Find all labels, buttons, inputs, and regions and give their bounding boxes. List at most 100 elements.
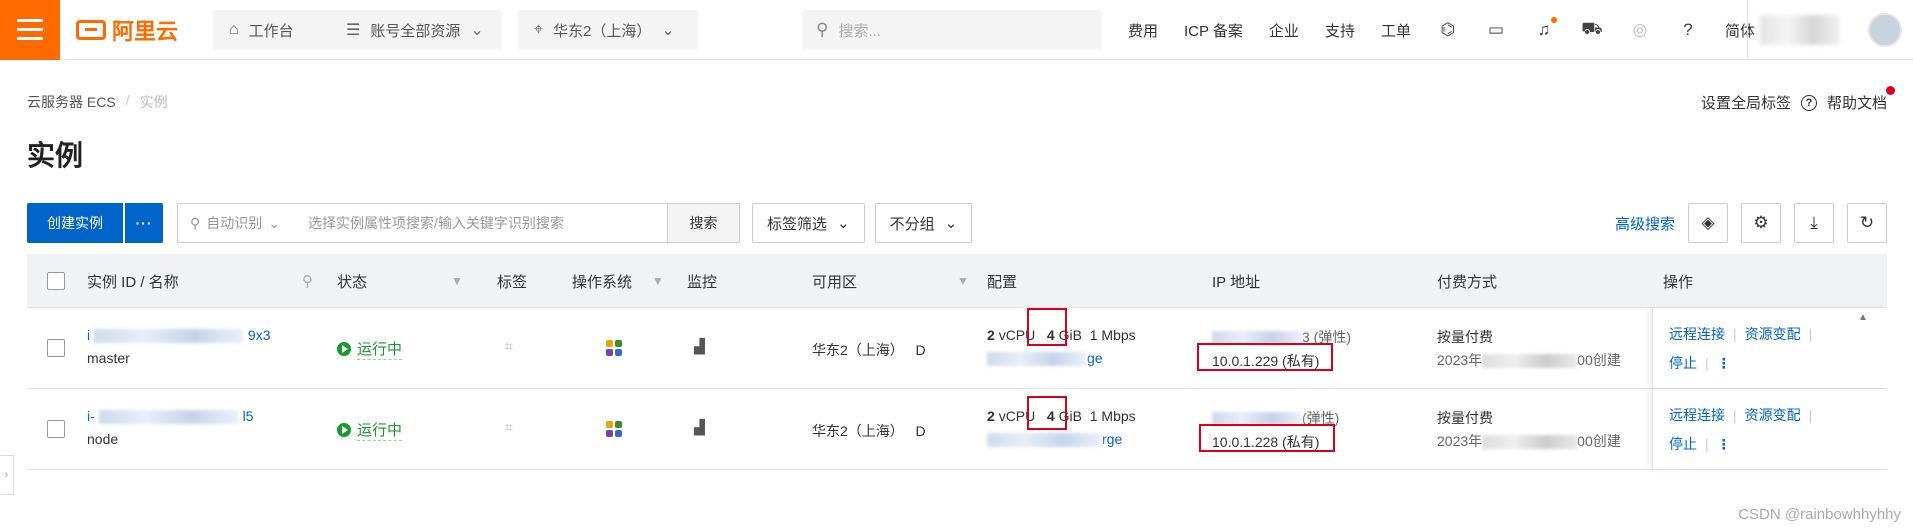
row-checkbox[interactable]: [47, 339, 65, 357]
zone-filter-icon[interactable]: ▼: [957, 254, 969, 308]
more-actions-button[interactable]: ···: [125, 203, 163, 243]
side-collapse-tab[interactable]: ›: [0, 455, 14, 495]
cpu-count: 2: [987, 408, 995, 424]
private-ip-highlight-box: [1197, 343, 1333, 371]
ops-column: 远程连接 | 资源变配 | 停止 | ⋮: [1652, 389, 1887, 469]
global-search-placeholder: 搜索...: [838, 22, 881, 40]
col-zone: 可用区: [812, 273, 858, 291]
breadcrumb-ecs[interactable]: 云服务器 ECS: [27, 92, 116, 112]
scroll-up-icon[interactable]: ▲: [1858, 312, 1868, 323]
page-title: 实例: [27, 140, 84, 171]
row-checkbox[interactable]: [47, 420, 65, 438]
more-vertical-icon[interactable]: ⋮: [1717, 436, 1731, 452]
layers-icon[interactable]: ◈: [1688, 203, 1728, 243]
status-text: 运行中: [357, 338, 403, 360]
top-link-icp[interactable]: ICP 备案: [1184, 20, 1243, 41]
notification-dot: [1550, 17, 1557, 23]
remote-connect-link[interactable]: 远程连接: [1669, 407, 1725, 423]
avatar[interactable]: [1868, 13, 1902, 47]
col-tag: 标签: [497, 273, 528, 291]
watermark: CSDN @rainbowhhyhhy: [1738, 506, 1901, 523]
created-suffix: 00创建: [1577, 433, 1621, 449]
resize-link[interactable]: 资源变配: [1745, 407, 1801, 423]
row-actions: 远程连接 | 资源变配 |: [1669, 407, 1813, 423]
aliyun-logo[interactable]: 阿里云: [76, 14, 186, 46]
workbench-button[interactable]: ⌂ 工作台: [213, 10, 331, 50]
cart-icon[interactable]: ⛟: [1581, 19, 1603, 41]
top-link-support[interactable]: 支持: [1325, 20, 1355, 41]
user-menu[interactable]: [1747, 0, 1913, 60]
hamburger-menu-button[interactable]: [0, 0, 60, 60]
group-dropdown[interactable]: 不分组 ⌄: [874, 203, 973, 243]
chevron-down-icon: ⌄: [661, 22, 675, 39]
created-blurred: [1482, 354, 1578, 369]
advanced-search-link[interactable]: 高级搜索: [1615, 213, 1675, 234]
gear-icon[interactable]: ⚙: [1741, 203, 1781, 243]
chevron-down-icon: ⌄: [944, 215, 958, 232]
logo-text: 阿里云: [112, 18, 179, 44]
status-filter-icon[interactable]: ▼: [451, 254, 463, 308]
col-status: 状态: [337, 273, 368, 291]
running-icon: [337, 342, 351, 356]
table-scrollbar[interactable]: ▲: [1857, 308, 1869, 488]
tag-icon[interactable]: ⌗: [505, 419, 513, 436]
instance-name: node: [87, 431, 119, 447]
lightbulb-icon[interactable]: ◎: [1629, 19, 1651, 41]
billing-type: 按量付费: [1437, 410, 1493, 426]
instance-id-blurred: [98, 410, 239, 425]
row-actions-2: 停止 | ⋮: [1669, 436, 1731, 452]
chart-icon[interactable]: ▟: [694, 419, 705, 436]
zone-text: 华东2（上海） D: [812, 340, 926, 360]
id-search-icon[interactable]: ⚲: [302, 254, 313, 308]
tag-icon[interactable]: ⌗: [505, 338, 513, 355]
instance-type-link[interactable]: rge: [987, 431, 1122, 448]
region-dropdown[interactable]: ⌖ 华东2（上海） ⌄: [518, 10, 698, 50]
search-mode-dropdown[interactable]: ⚲ 自动识别 ⌄: [178, 213, 308, 233]
zone-letter: D: [915, 423, 926, 439]
chevron-down-icon: ⌄: [470, 22, 484, 39]
bell-icon[interactable]: ♫: [1533, 17, 1557, 41]
search-button[interactable]: 搜索: [667, 204, 739, 242]
chart-icon[interactable]: ▟: [694, 338, 705, 355]
memory-highlight-box: [1027, 308, 1067, 346]
instance-type-suffix: ge: [1087, 350, 1103, 366]
top-link-fees[interactable]: 费用: [1128, 20, 1158, 41]
tag-filter-dropdown[interactable]: 标签筛选 ⌄: [752, 203, 865, 243]
instance-id-link[interactable]: i 9x3: [87, 327, 270, 344]
memory-highlight-box: [1027, 396, 1067, 430]
terminal-icon[interactable]: ▭: [1485, 19, 1507, 41]
refresh-icon[interactable]: ↻: [1847, 203, 1887, 243]
stop-link[interactable]: 停止: [1669, 436, 1697, 452]
top-link-enterprise[interactable]: 企业: [1269, 20, 1299, 41]
col-billing: 付费方式: [1437, 273, 1498, 291]
help-icon[interactable]: ?: [1677, 19, 1699, 41]
global-search-input[interactable]: ⚲ 搜索...: [802, 10, 1102, 50]
os-filter-icon[interactable]: ▼: [652, 254, 664, 308]
status-badge: 运行中: [337, 419, 403, 441]
more-vertical-icon[interactable]: ⋮: [1717, 355, 1731, 371]
tag-filter-label: 标签筛选: [767, 215, 828, 233]
created-prefix: 2023年: [1437, 352, 1483, 368]
resize-link[interactable]: 资源变配: [1745, 326, 1801, 342]
aliyun-logo-icon: [76, 19, 106, 40]
cpu-count: 2: [987, 327, 995, 343]
instance-id-link[interactable]: i- l5: [87, 408, 253, 425]
global-tag-setting-link[interactable]: 设置全局标签: [1701, 92, 1791, 113]
top-links: 费用 ICP 备案 企业 支持 工单 ⌬ ▭ ♫ ⛟ ◎ ? 简体: [1128, 0, 1781, 60]
download-icon[interactable]: ⤓: [1794, 203, 1834, 243]
col-ip: IP 地址: [1212, 273, 1261, 291]
resources-dropdown[interactable]: ☰ 账号全部资源 ⌄: [330, 10, 502, 50]
cloud-shell-icon[interactable]: ⌬: [1437, 19, 1459, 41]
table-row: i- l5 node 运行中 ⌗ ▟ 华东2（上海） D 2 vCPU 4 Gi…: [27, 389, 1887, 470]
help-docs-link[interactable]: 帮助文档: [1827, 86, 1896, 113]
remote-connect-link[interactable]: 远程连接: [1669, 326, 1725, 342]
col-ops: 操作: [1663, 273, 1694, 291]
status-badge: 运行中: [337, 338, 403, 360]
select-all-checkbox[interactable]: [47, 272, 65, 290]
top-link-ticket[interactable]: 工单: [1381, 20, 1411, 41]
create-instance-button[interactable]: 创建实例: [27, 203, 123, 243]
search-input[interactable]: 选择实例属性项搜索/输入关键字识别搜索: [308, 213, 667, 233]
instance-type-link[interactable]: ge: [987, 350, 1103, 367]
row-actions: 远程连接 | 资源变配 |: [1669, 326, 1813, 342]
stop-link[interactable]: 停止: [1669, 355, 1697, 371]
